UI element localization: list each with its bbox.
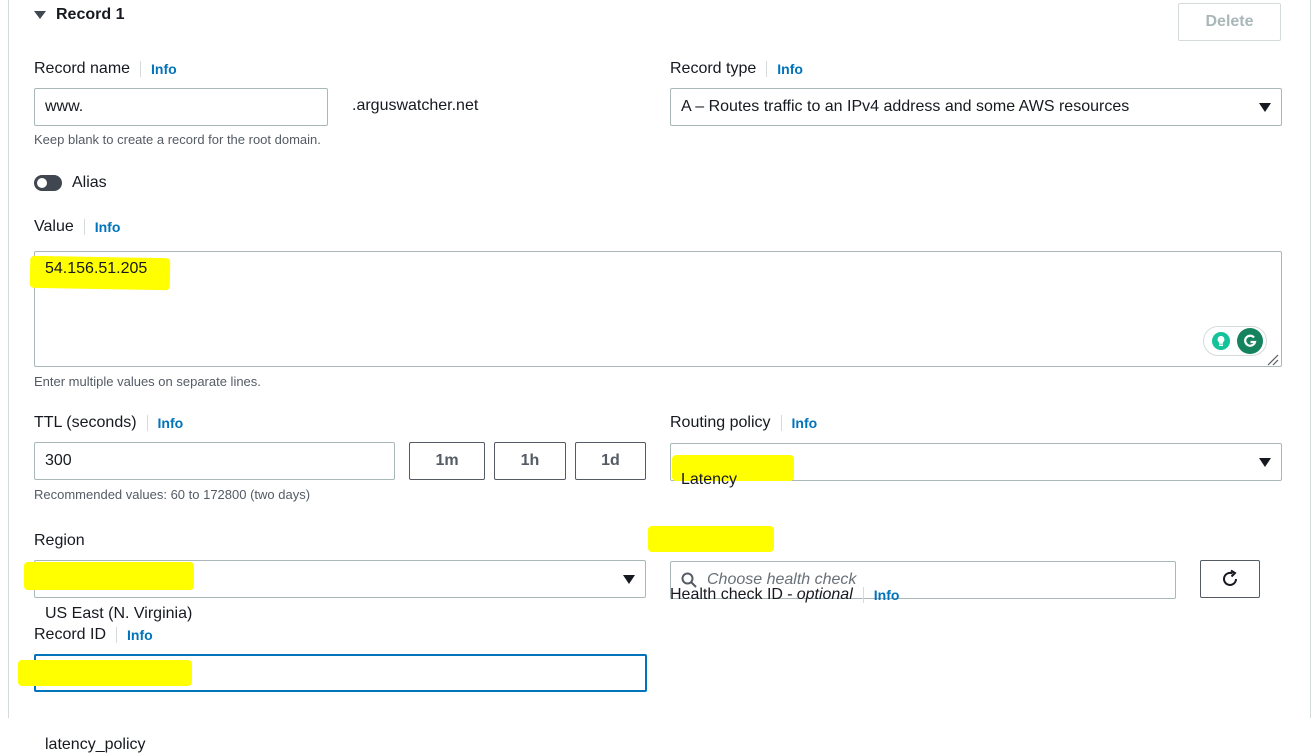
health-check-label: Health check ID - optional Info	[670, 586, 1311, 604]
ttl-value: 300	[45, 452, 72, 469]
routing-policy-label: Routing policy Info	[670, 414, 817, 432]
domain-suffix: .arguswatcher.net	[352, 97, 479, 114]
record-name-value: www.	[45, 98, 84, 115]
record-name-label-text: Record name	[34, 60, 131, 77]
record-id-value: latency_policy	[45, 736, 1311, 754]
ttl-1m-button[interactable]: 1m	[409, 442, 485, 480]
record-id-info-link[interactable]: Info	[116, 627, 153, 643]
health-check-info-link[interactable]: Info	[862, 587, 899, 603]
value-info-link[interactable]: Info	[83, 219, 120, 235]
delete-button[interactable]: Delete	[1178, 3, 1281, 41]
record-type-label-text: Record type	[670, 60, 757, 77]
ttl-hint: Recommended values: 60 to 172800 (two da…	[34, 487, 311, 502]
dropdown-arrow-icon	[1259, 102, 1271, 112]
record-id-label-text: Record ID	[34, 626, 107, 643]
ttl-1h-button[interactable]: 1h	[494, 442, 566, 480]
alias-label: Alias	[72, 174, 107, 191]
record-name-info-link[interactable]: Info	[140, 61, 177, 77]
ttl-info-link[interactable]: Info	[146, 415, 183, 431]
region-label: Region	[34, 532, 85, 550]
record-name-label: Record name Info	[34, 60, 177, 78]
routing-policy-label-text: Routing policy	[670, 414, 771, 431]
caret-down-icon	[34, 11, 46, 19]
ttl-input[interactable]: 300	[34, 442, 395, 480]
record-type-select[interactable]: A – Routes traffic to an IPv4 address an…	[670, 88, 1282, 126]
health-check-label-text: Health check ID	[670, 586, 783, 603]
record-name-input[interactable]: www.	[34, 88, 328, 126]
dropdown-arrow-icon	[623, 574, 635, 584]
grammarly-widget[interactable]	[1203, 326, 1267, 356]
health-check-highlight	[648, 526, 774, 552]
resize-handle-icon[interactable]	[1265, 352, 1279, 366]
alias-toggle-row: Alias	[34, 174, 107, 192]
ttl-label-text: TTL (seconds)	[34, 414, 137, 431]
record-name-hint: Keep blank to create a record for the ro…	[34, 132, 321, 147]
region-value: US East (N. Virginia)	[45, 605, 193, 622]
routing-policy-value: Latency	[681, 471, 738, 488]
dropdown-arrow-icon	[1259, 457, 1271, 467]
grammarly-icon[interactable]	[1236, 328, 1263, 354]
record-section-header[interactable]: Record 1	[34, 6, 124, 24]
health-check-optional-text: - optional	[786, 586, 853, 603]
record-id-label: Record ID Info	[34, 626, 153, 644]
record-id-highlight	[18, 660, 192, 686]
routing-policy-info-link[interactable]: Info	[780, 415, 817, 431]
region-highlight	[24, 562, 194, 590]
value-label: Value Info	[34, 218, 120, 236]
record-type-value: A – Routes traffic to an IPv4 address an…	[681, 98, 1130, 115]
region-label-text: Region	[34, 532, 85, 549]
record-section-title: Record 1	[56, 6, 125, 23]
value-text: 54.156.51.205	[45, 260, 148, 277]
ttl-1d-button[interactable]: 1d	[575, 442, 646, 480]
alias-toggle[interactable]	[34, 175, 62, 191]
record-type-label: Record type Info	[670, 60, 803, 78]
value-hint: Enter multiple values on separate lines.	[34, 374, 261, 389]
record-type-info-link[interactable]: Info	[766, 61, 803, 77]
lightbulb-icon[interactable]	[1207, 328, 1234, 354]
ttl-label: TTL (seconds) Info	[34, 414, 183, 432]
value-label-text: Value	[34, 218, 74, 235]
